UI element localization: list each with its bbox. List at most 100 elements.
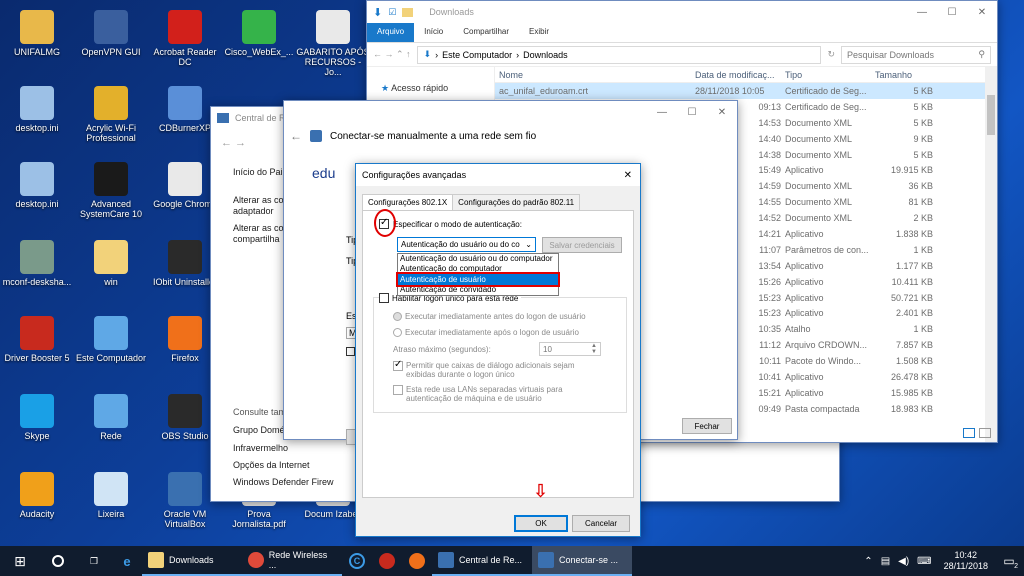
keyboard-icon[interactable]: ⌨ [917,556,931,567]
maximize-button[interactable]: ☐ [937,7,967,18]
delay-stepper[interactable]: 10 ▲ ▼ [539,342,601,356]
sso-checkbox[interactable] [379,293,389,303]
checkbox-fragment[interactable] [346,347,355,356]
view-details-icon[interactable] [963,428,975,438]
column-type[interactable]: Tipo [781,70,871,80]
down-arrow-icon: ⬇ [423,49,432,59]
chevron-up-icon[interactable]: ⌃ [864,556,872,567]
desktop-icon[interactable]: desktop.ini [0,82,74,156]
address-bar[interactable]: ⬇ › Este Computador › Downloads [416,45,822,64]
file-type: Aplicativo [785,387,824,398]
taskbar-conectar[interactable]: Conectar-se ... [532,546,632,576]
view-tiles-icon[interactable] [979,428,991,438]
start-button[interactable]: ⊞ [0,546,40,576]
desktop-icon[interactable]: Audacity [0,468,74,542]
tab-arquivo[interactable]: Arquivo [367,23,415,42]
desktop-icon[interactable]: mconf-desksha... [0,236,74,310]
desktop-icon[interactable]: Este Computador [74,312,148,386]
systemcare-icon [94,162,128,196]
advanced-titlebar[interactable]: Configurações avançadas ✕ [356,164,640,186]
advanced-title: Configurações avançadas [362,170,467,180]
desktop-icon[interactable]: Acrylic Wi-Fi Professional [74,82,148,156]
file-size: 1.838 KB [895,228,933,239]
auth-mode-select[interactable]: Autenticação do usuário ou do co ⌄ [397,237,536,252]
breadcrumb-este-computador[interactable]: Este Computador [442,50,512,60]
nav-arrows-icon[interactable]: ← → ⌃ ↑ [373,49,411,60]
taskbar-booster[interactable] [372,546,402,576]
desktop-icon[interactable]: win [74,236,148,310]
file-row[interactable]: ac_unifal_eduroam.crt 28/11/2018 10:05 Cer… [495,83,997,99]
desktop-icon[interactable]: UNIFALMG [0,6,74,80]
infrared-link[interactable]: Infravermelho [233,443,321,454]
cancel-button[interactable]: Cancelar [572,515,630,532]
taskbar-downloads[interactable]: Downloads [142,546,242,576]
option-user[interactable]: Autenticação de usuário [396,272,560,287]
clock[interactable]: 10:42 28/11/2018 [938,550,994,572]
ok-button[interactable]: OK [514,515,568,532]
close-dialog-button[interactable]: Fechar [682,418,732,434]
radio-after-logon[interactable] [393,328,402,337]
back-arrow-icon[interactable]: ← → [221,137,246,149]
column-size[interactable]: Tamanho [871,70,939,80]
radio-after-label: Executar imediatamente após o logon de u… [405,328,579,337]
tab-8021x[interactable]: Configurações 802.1X [362,194,454,211]
column-date[interactable]: Data de modificaç... [691,70,781,80]
recycle-bin-icon [94,472,128,506]
tab-inicio[interactable]: Início [414,23,453,42]
radio-before-logon[interactable] [393,312,402,321]
maximize-button[interactable]: ☐ [677,107,707,118]
desktop-icon[interactable]: OpenVPN GUI [74,6,148,80]
tab-exibir[interactable]: Exibir [519,23,559,42]
desktop-icon[interactable]: Skype [0,390,74,464]
taskbar-firefox[interactable] [402,546,432,576]
minimize-button[interactable]: — [647,107,677,118]
desktop-icon[interactable]: Advanced SystemCare 10 [74,158,148,232]
desktop-icon[interactable]: GABARITO APÓS RECURSOS - Jo... [296,6,370,80]
save-credentials-button[interactable]: Salvar credenciais [542,237,622,253]
refresh-icon[interactable]: ↻ [827,49,835,60]
search-input[interactable]: Pesquisar Downloads ⚲ [841,45,991,64]
column-name[interactable]: Nome [495,70,691,80]
taskbar-chrome[interactable]: Rede Wireless ... [242,546,342,576]
close-button[interactable]: ✕ [707,107,737,118]
task-view-button[interactable]: ❐ [76,546,112,576]
back-arrow-icon[interactable]: ← [290,129,302,143]
desktop-icon[interactable]: desktop.ini [0,158,74,232]
volume-icon[interactable]: ◀) [898,556,909,567]
quick-access-link[interactable]: Acesso rápido [391,83,448,93]
taskbar-central[interactable]: Central de Re... [432,546,532,576]
search-button[interactable] [40,546,76,576]
taskbar-edge[interactable]: e [112,546,142,576]
vertical-scrollbar[interactable] [985,67,997,442]
desktop-icon-label: GABARITO APÓS RECURSOS - Jo... [296,47,370,77]
internet-options-link[interactable]: Opções da Internet [233,460,321,471]
file-type: Certificado de Seg... [785,85,867,96]
minimize-button[interactable]: — [907,7,937,18]
windows-defender-link[interactable]: Windows Defender Firew [233,477,343,488]
tab-compartilhar[interactable]: Compartilhar [453,23,519,42]
tab-80211[interactable]: Configurações do padrão 802.11 [452,194,581,211]
scrollbar-thumb[interactable] [987,95,995,135]
desktop-icon[interactable]: Rede [74,390,148,464]
option-guest[interactable]: Autenticação de convidado [398,285,558,295]
breadcrumb-downloads[interactable]: Downloads [523,50,568,60]
desktop-icon[interactable]: Cisco_WebEx_... [222,6,296,80]
desktop-icon[interactable]: Acrobat Reader DC [148,6,222,80]
taskbar-c-app[interactable]: C [342,546,372,576]
network-tray-icon[interactable]: ▤ [881,556,890,567]
close-icon[interactable]: ✕ [624,170,640,181]
allow-dialogs-checkbox[interactable] [393,359,403,371]
notifications-button[interactable]: ▭ 2 [994,546,1024,576]
wireless-network-icon [310,130,322,142]
system-tray[interactable]: ⌃ ▤ ◀) ⌨ [858,546,937,576]
close-button[interactable]: ✕ [967,7,997,18]
explorer-titlebar[interactable]: ⬇ ☑ Downloads — ☐ ✕ [367,1,997,23]
file-type: Aplicativo [785,260,824,271]
file-type: Pacote do Windo... [785,356,862,367]
vlan-checkbox[interactable] [393,385,403,395]
option-computer[interactable]: Autenticação do computador [398,264,558,274]
desktop-icon[interactable]: Lixeira [74,468,148,542]
connect-titlebar[interactable]: — ☐ ✕ [284,101,737,123]
option-user-or-computer[interactable]: Autenticação do usuário ou do computador [398,254,558,264]
desktop-icon[interactable]: Driver Booster 5 [0,312,74,386]
